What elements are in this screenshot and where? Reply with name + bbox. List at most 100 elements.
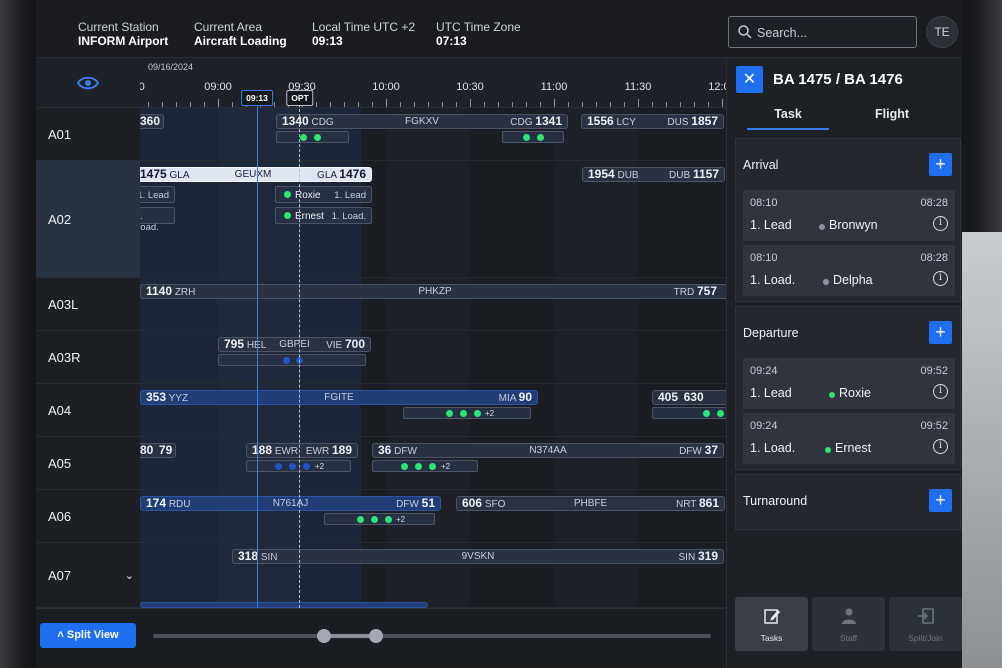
task-card[interactable]: 08:10 08:28 1. Lead Bronwyn i: [743, 190, 955, 241]
row-label-a04[interactable]: A04: [36, 384, 140, 437]
time-tick: [708, 102, 709, 107]
task-role: 1. Load.: [750, 273, 796, 287]
more-count: +2: [485, 409, 495, 418]
zoom-handle-end[interactable]: [369, 629, 383, 643]
task-indicator[interactable]: [276, 131, 349, 143]
row-label-text: A03L: [48, 296, 79, 312]
info-icon[interactable]: i: [933, 384, 948, 399]
person-icon: [842, 608, 856, 624]
role-chip[interactable]: 1. Lead: [140, 186, 175, 203]
time-tick: [176, 102, 177, 107]
info-icon[interactable]: i: [933, 216, 948, 231]
close-button[interactable]: ✕: [736, 66, 763, 93]
section-title: Arrival: [743, 158, 779, 172]
task-card[interactable]: 09:24 09:52 1. Load. Ernest i: [743, 413, 955, 464]
task-card[interactable]: 08:10 08:28 1. Load. Delpha i: [743, 245, 955, 296]
split-join-button[interactable]: Split/Join: [889, 597, 962, 651]
status-dot: [825, 447, 831, 453]
airport-code: GLA: [317, 170, 337, 181]
time-tick: [204, 102, 205, 107]
row-label-text: A04: [48, 402, 72, 418]
opt-badge[interactable]: OPT: [286, 90, 314, 106]
current-time-line: [257, 94, 258, 608]
flight-number: 51: [421, 496, 435, 510]
zoom-handle-start[interactable]: [317, 629, 331, 643]
info-icon[interactable]: i: [933, 439, 948, 454]
gantt-footer: ˄ Split View: [36, 608, 726, 668]
station-value: INFORM Airport: [78, 34, 169, 48]
chevron-down-icon[interactable]: ⌄: [125, 569, 134, 582]
task-indicator[interactable]: [502, 131, 564, 143]
tasks-button[interactable]: Tasks: [735, 597, 808, 651]
time-tick: [428, 102, 429, 107]
airport-code: CDG: [510, 117, 533, 128]
airport-code: VIE: [326, 340, 343, 351]
row-label-a03l[interactable]: A03L: [36, 278, 140, 331]
flight-bar[interactable]: 606 SFO PHBFE NRT 861: [456, 496, 725, 511]
flight-bar[interactable]: 188 EWR EWR 189: [246, 443, 358, 458]
edit-icon: [764, 609, 780, 624]
airport-code: SIN: [260, 552, 278, 563]
search-input[interactable]: Search...: [728, 16, 917, 48]
current-time-badge[interactable]: 09:13: [241, 90, 273, 106]
split-join-icon: [918, 608, 934, 624]
time-tick: [190, 102, 191, 107]
info-icon[interactable]: i: [933, 271, 948, 286]
airport-code: CDG: [311, 117, 334, 128]
flight-number: 353: [146, 390, 167, 404]
split-view-button[interactable]: ˄ Split View: [40, 623, 136, 648]
flight-bar[interactable]: 360: [140, 114, 164, 129]
flight-bar[interactable]: 174 RDU N761AJ DFW 51: [140, 496, 441, 511]
task-indicator[interactable]: +2: [403, 407, 531, 419]
status-dot: [829, 392, 835, 398]
row-label-a01[interactable]: A01: [36, 108, 140, 161]
zoom-slider[interactable]: [153, 629, 711, 643]
row-label-a02[interactable]: A02: [36, 161, 140, 278]
row-label-a06[interactable]: A06: [36, 490, 140, 543]
flight-bar[interactable]: 1556 LCY DUS 1857: [581, 114, 724, 129]
current-station[interactable]: Current Station INFORM Airport: [78, 20, 168, 48]
row-label-a03r[interactable]: A03R: [36, 331, 140, 384]
time-tick: [568, 102, 569, 107]
flight-bar-selected[interactable]: 1475 GLA GEUXM GLA 1476: [140, 167, 372, 182]
tab-task[interactable]: Task: [747, 107, 829, 121]
task-indicator[interactable]: [652, 407, 726, 419]
flight-bar[interactable]: 1140 ZRH PHKZP TRD 757: [140, 284, 726, 299]
flight-bar[interactable]: 1954 DUB DUB 1157: [582, 167, 725, 182]
task-indicator[interactable]: +2: [372, 460, 478, 472]
task-indicator[interactable]: +2: [324, 513, 435, 525]
add-departure-task-button[interactable]: +: [929, 321, 952, 344]
task-role: 1. Lead: [750, 386, 792, 400]
device-bezel-left: [0, 0, 36, 668]
flight-bar[interactable]: 353 YYZ FGITE MIA 90: [140, 390, 538, 405]
task-card[interactable]: 09:24 09:52 1. Lead Roxie i: [743, 358, 955, 409]
aircraft-registration: FGKXV: [405, 116, 439, 127]
flight-bar[interactable]: 1340 CDG FGKXV CDG 1341: [276, 114, 568, 129]
flight-number: 1341: [535, 114, 562, 128]
role-chip[interactable]: Ernest 1. Load.: [275, 207, 372, 224]
flight-number: 757: [696, 284, 717, 298]
aircraft-registration: GBPEI: [279, 339, 310, 350]
avatar[interactable]: TE: [926, 16, 958, 48]
role-chip[interactable]: 1. Load.: [140, 207, 175, 233]
flight-bar[interactable]: 36 DFW N374AA DFW 37: [372, 443, 724, 458]
role-chip[interactable]: Roxie 1. Lead: [275, 186, 372, 203]
tab-flight[interactable]: Flight: [851, 107, 933, 121]
airport-code: DFW: [679, 446, 702, 457]
add-turnaround-task-button[interactable]: +: [929, 489, 952, 512]
airport-code: DFW: [396, 499, 419, 510]
staff-button[interactable]: Staff: [812, 597, 885, 651]
visibility-toggle[interactable]: [36, 58, 140, 108]
airport-code: DFW: [394, 446, 417, 457]
row-label-a05[interactable]: A05: [36, 437, 140, 490]
row-label-a07[interactable]: A07 ⌄: [36, 543, 140, 608]
flight-bar[interactable]: 318 SIN 9VSKN SIN 319: [232, 549, 724, 564]
task-indicator[interactable]: [218, 354, 366, 366]
current-area[interactable]: Current Area Aircraft Loading: [194, 20, 287, 48]
flight-bar[interactable]: 405 630: [652, 390, 726, 405]
flight-number: 630: [683, 390, 704, 404]
flight-bar[interactable]: 795 HELGBPEIVIE 700: [218, 337, 371, 352]
add-arrival-task-button[interactable]: +: [929, 153, 952, 176]
time-tick: [400, 102, 401, 107]
flight-bar[interactable]: 80 79: [140, 443, 176, 458]
